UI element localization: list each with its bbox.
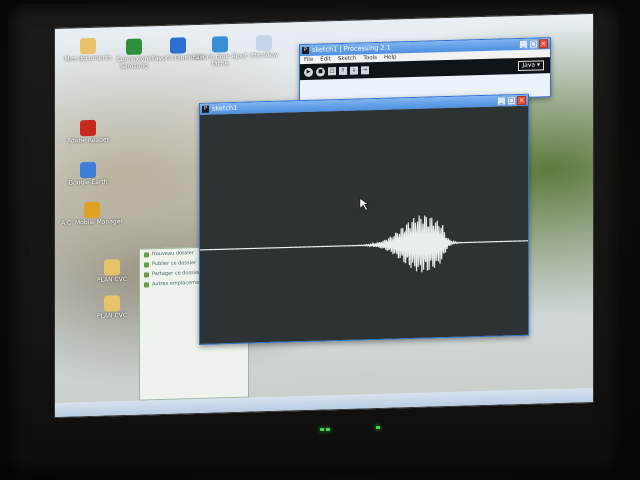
desktop-icon[interactable]: Adobe Reader [57,119,119,145]
desktop-icon-image [170,37,186,54]
activity-led [376,426,380,429]
desktop-icon-label: Google Earth [68,178,108,187]
minimize-button[interactable]: _ [497,96,506,106]
menu-item[interactable]: Sketch [338,56,357,63]
run-icon[interactable]: ▶ [304,67,313,77]
desktop-icon-image [256,34,272,52]
sketch-title: sketch1 [212,103,238,113]
maximize-button[interactable]: □ [529,39,538,49]
desktop-icon[interactable]: Google Earth [57,161,119,187]
desktop-icon-image [104,259,120,276]
desktop-icon-image [104,295,120,312]
desktop-icon-image [80,119,96,137]
sketch-output-window: P sketch1 _ □ × [199,93,529,345]
maximize-button[interactable]: □ [507,96,516,106]
desktop-icon-label: PLAN CVC [96,311,128,320]
folder-task-icon [144,271,149,277]
menu-item[interactable]: Tools [363,55,377,61]
desktop-icon[interactable]: PLAN CVC [81,259,143,285]
status-led [326,428,330,431]
open-icon[interactable]: ↑ [339,66,347,76]
desktop-icon-label: IrfanView [249,51,279,60]
export-icon[interactable]: → [361,66,369,75]
side-panel-item-label: Nouveau dossier [152,250,194,258]
sketch-canvas[interactable] [200,105,528,344]
sketch-logo-icon: P [202,105,209,113]
folder-task-icon [144,281,149,287]
folder-task-icon [144,261,149,267]
menu-item[interactable]: File [304,57,313,63]
monitor-screen: Mes documents Connexions Samsung Favoris B… [54,12,594,418]
desktop-icon[interactable]: PLAN CVC [81,295,143,321]
desktop-icon-image [80,37,96,55]
processing-title: sketch1 | Processing 2.1 [312,43,391,54]
close-button[interactable]: × [517,95,526,106]
save-icon[interactable]: ↓ [350,66,358,75]
side-panel-item-label: Publier ce dossier [152,260,197,268]
desktop-icon[interactable]: A.C. Mobile Manager [61,201,123,227]
processing-logo-icon: P [302,46,309,55]
desktop-icon-label: Adobe Reader [66,136,110,145]
waveform-line [200,215,528,273]
waveform-svg [200,197,528,273]
side-panel-item-label: Partager ce dossier [152,269,201,278]
stop-icon[interactable]: ■ [316,66,325,77]
desktop-icon-label: A.C. Mobile Manager [61,218,123,227]
new-icon[interactable]: □ [328,67,336,76]
desktop-icon-label: PLAN CVC [96,275,128,284]
mode-selector[interactable]: Java ▾ [518,60,544,72]
menu-item[interactable]: Help [384,54,397,60]
folder-task-icon [144,251,149,257]
desktop-icon-image [84,201,100,219]
desktop-icon[interactable]: IrfanView [233,34,295,60]
close-button[interactable]: × [539,39,548,49]
power-led [320,428,324,431]
mouse-cursor-icon [359,197,369,211]
minimize-button[interactable]: _ [519,39,528,50]
menu-item[interactable]: Edit [320,56,331,62]
desktop-icon-image [80,161,96,179]
desktop-icon-image [212,36,228,53]
monitor-bezel: Mes documents Connexions Samsung Favoris B… [8,4,620,474]
desktop-icon-image [126,38,142,55]
